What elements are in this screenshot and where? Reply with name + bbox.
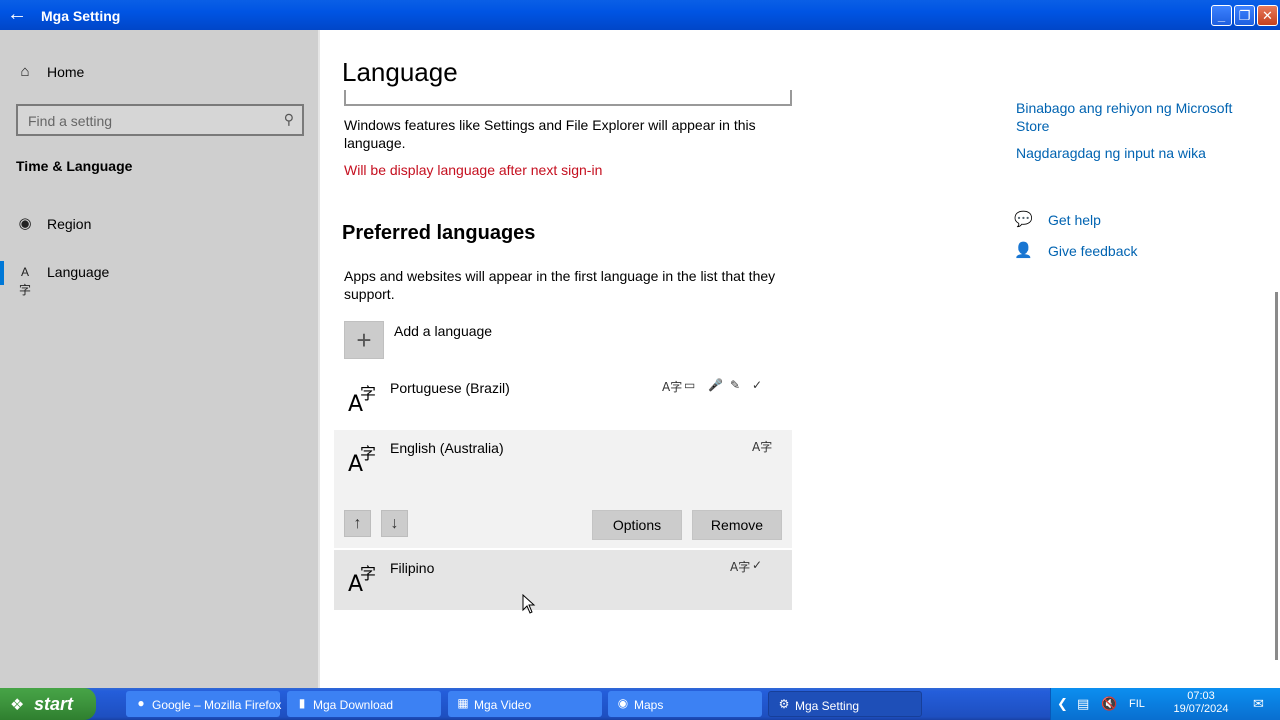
preferred-languages-description: Apps and websites will appear in the fir… (344, 268, 776, 302)
section-title: Time & Language (16, 158, 133, 174)
minimize-button[interactable]: _ (1211, 5, 1232, 26)
system-tray: ❮ ▤ 🔇 FIL 07:03 19/07/2024 ✉ (1050, 688, 1280, 720)
language-row-filipino[interactable]: A字 Filipino A字 ✓ (334, 550, 792, 610)
windows-flag-icon: ❖ (10, 697, 25, 714)
link-change-store-region[interactable]: Binabago ang rehiyon ng Microsoft Store (1016, 99, 1256, 135)
chevron-left-icon[interactable]: ❮ (1057, 696, 1068, 712)
give-feedback-icon: 👤 (1014, 242, 1033, 259)
speech-icon: 🎤 (708, 378, 723, 392)
input-language-indicator[interactable]: FIL (1129, 698, 1145, 710)
add-language-label[interactable]: Add a language (394, 323, 492, 339)
search-input[interactable]: Find a setting ⚲ (16, 104, 304, 136)
firefox-icon: ● (137, 696, 145, 710)
sidebar-item-region[interactable]: ◉ Region (0, 205, 318, 245)
sidebar-item-label: Language (47, 264, 110, 280)
search-placeholder: Find a setting (28, 113, 113, 129)
sidebar-item-home[interactable]: ⌂ Home (0, 53, 318, 93)
taskbar-item-settings[interactable]: ⚙ Mga Setting (768, 691, 922, 717)
link-give-feedback[interactable]: Give feedback (1048, 242, 1138, 260)
back-arrow-icon[interactable]: ← (6, 4, 28, 26)
page-title: Language (342, 57, 458, 87)
language-row-portuguese[interactable]: A字 Portuguese (Brazil) A字 ▭ 🎤 ✎ ✓ (334, 370, 792, 428)
video-folder-icon: ▦ (457, 696, 469, 710)
language-name: English (Australia) (390, 440, 504, 456)
title-bar: ← Mga Setting _ ❐ ✕ (0, 0, 1280, 30)
preferred-languages-heading: Preferred languages (342, 222, 536, 244)
move-up-button[interactable]: ↑ (344, 510, 371, 537)
arrow-down-icon: ↓ (390, 515, 399, 532)
add-language-button[interactable]: + (344, 321, 384, 359)
clock-date: 19/07/2024 (1173, 703, 1229, 715)
options-button[interactable]: Options (592, 510, 682, 540)
handwriting-icon: ✎ (730, 378, 741, 392)
main-content: Language Windows features like Settings … (320, 30, 1280, 688)
language-icon: A字 (348, 384, 377, 417)
display-language-icon: A字 (752, 440, 773, 454)
text-to-speech-icon: ▭ (684, 378, 696, 392)
sidebar: ⌂ Home Find a setting ⚲ Time & Language … (0, 30, 320, 688)
maps-icon: ◉ (617, 696, 629, 710)
link-add-input-language[interactable]: Nagdaragdag ng input na wika (1016, 144, 1256, 162)
display-language-icon: A字 (730, 560, 751, 574)
language-icon: A字 (348, 444, 377, 477)
language-icon: A字 (348, 564, 377, 597)
close-button[interactable]: ✕ (1257, 5, 1278, 26)
taskbar-item-maps[interactable]: ◉ Maps (608, 691, 762, 717)
taskbar-item-downloads[interactable]: ▮ Mga Download (287, 691, 441, 717)
active-indicator (0, 261, 4, 285)
sidebar-item-label: Home (47, 64, 85, 80)
clock[interactable]: 07:03 19/07/2024 (1163, 690, 1239, 716)
network-icon[interactable]: ▤ (1077, 696, 1089, 712)
language-name: Filipino (390, 560, 435, 576)
taskbar-item-firefox[interactable]: ● Google – Mozilla Firefox (126, 691, 281, 717)
scrollbar[interactable] (1275, 292, 1278, 660)
gear-icon: ⚙ (778, 697, 790, 711)
display-language-dropdown[interactable] (344, 90, 792, 106)
language-icon: A字 (18, 265, 31, 297)
volume-muted-icon[interactable]: 🔇 (1101, 696, 1117, 712)
taskbar: ❖ start ● Google – Mozilla Firefox ▮ Mga… (0, 688, 1280, 720)
sidebar-item-language[interactable]: A字 Language (0, 253, 318, 297)
taskbar-item-videos[interactable]: ▦ Mga Video (448, 691, 602, 717)
start-button[interactable]: ❖ start (0, 688, 96, 720)
arrow-up-icon: ↑ (353, 515, 362, 532)
display-language-description: Windows features like Settings and File … (344, 117, 756, 151)
remove-button[interactable]: Remove (692, 510, 782, 540)
notifications-icon[interactable]: ✉ (1253, 696, 1264, 712)
folder-icon: ▮ (298, 696, 306, 710)
search-icon[interactable]: ⚲ (284, 111, 294, 128)
display-language-warning: Will be display language after next sign… (344, 162, 603, 178)
link-get-help[interactable]: Get help (1048, 211, 1101, 229)
home-icon: ⌂ (20, 63, 30, 80)
language-name: Portuguese (Brazil) (390, 380, 510, 396)
clock-time: 07:03 (1187, 690, 1215, 702)
maximize-button[interactable]: ❐ (1234, 5, 1255, 26)
spellcheck-icon: ✓ (752, 378, 763, 392)
spellcheck-icon: ✓ (752, 558, 763, 572)
get-help-icon: 💬 (1014, 211, 1033, 228)
move-down-button[interactable]: ↓ (381, 510, 408, 537)
display-language-icon: A字 (662, 380, 683, 394)
region-icon: ◉ (18, 215, 32, 232)
window-title: Mga Setting (41, 8, 121, 24)
sidebar-item-label: Region (47, 216, 92, 232)
mouse-cursor-icon (522, 594, 536, 614)
plus-icon: + (356, 325, 372, 355)
